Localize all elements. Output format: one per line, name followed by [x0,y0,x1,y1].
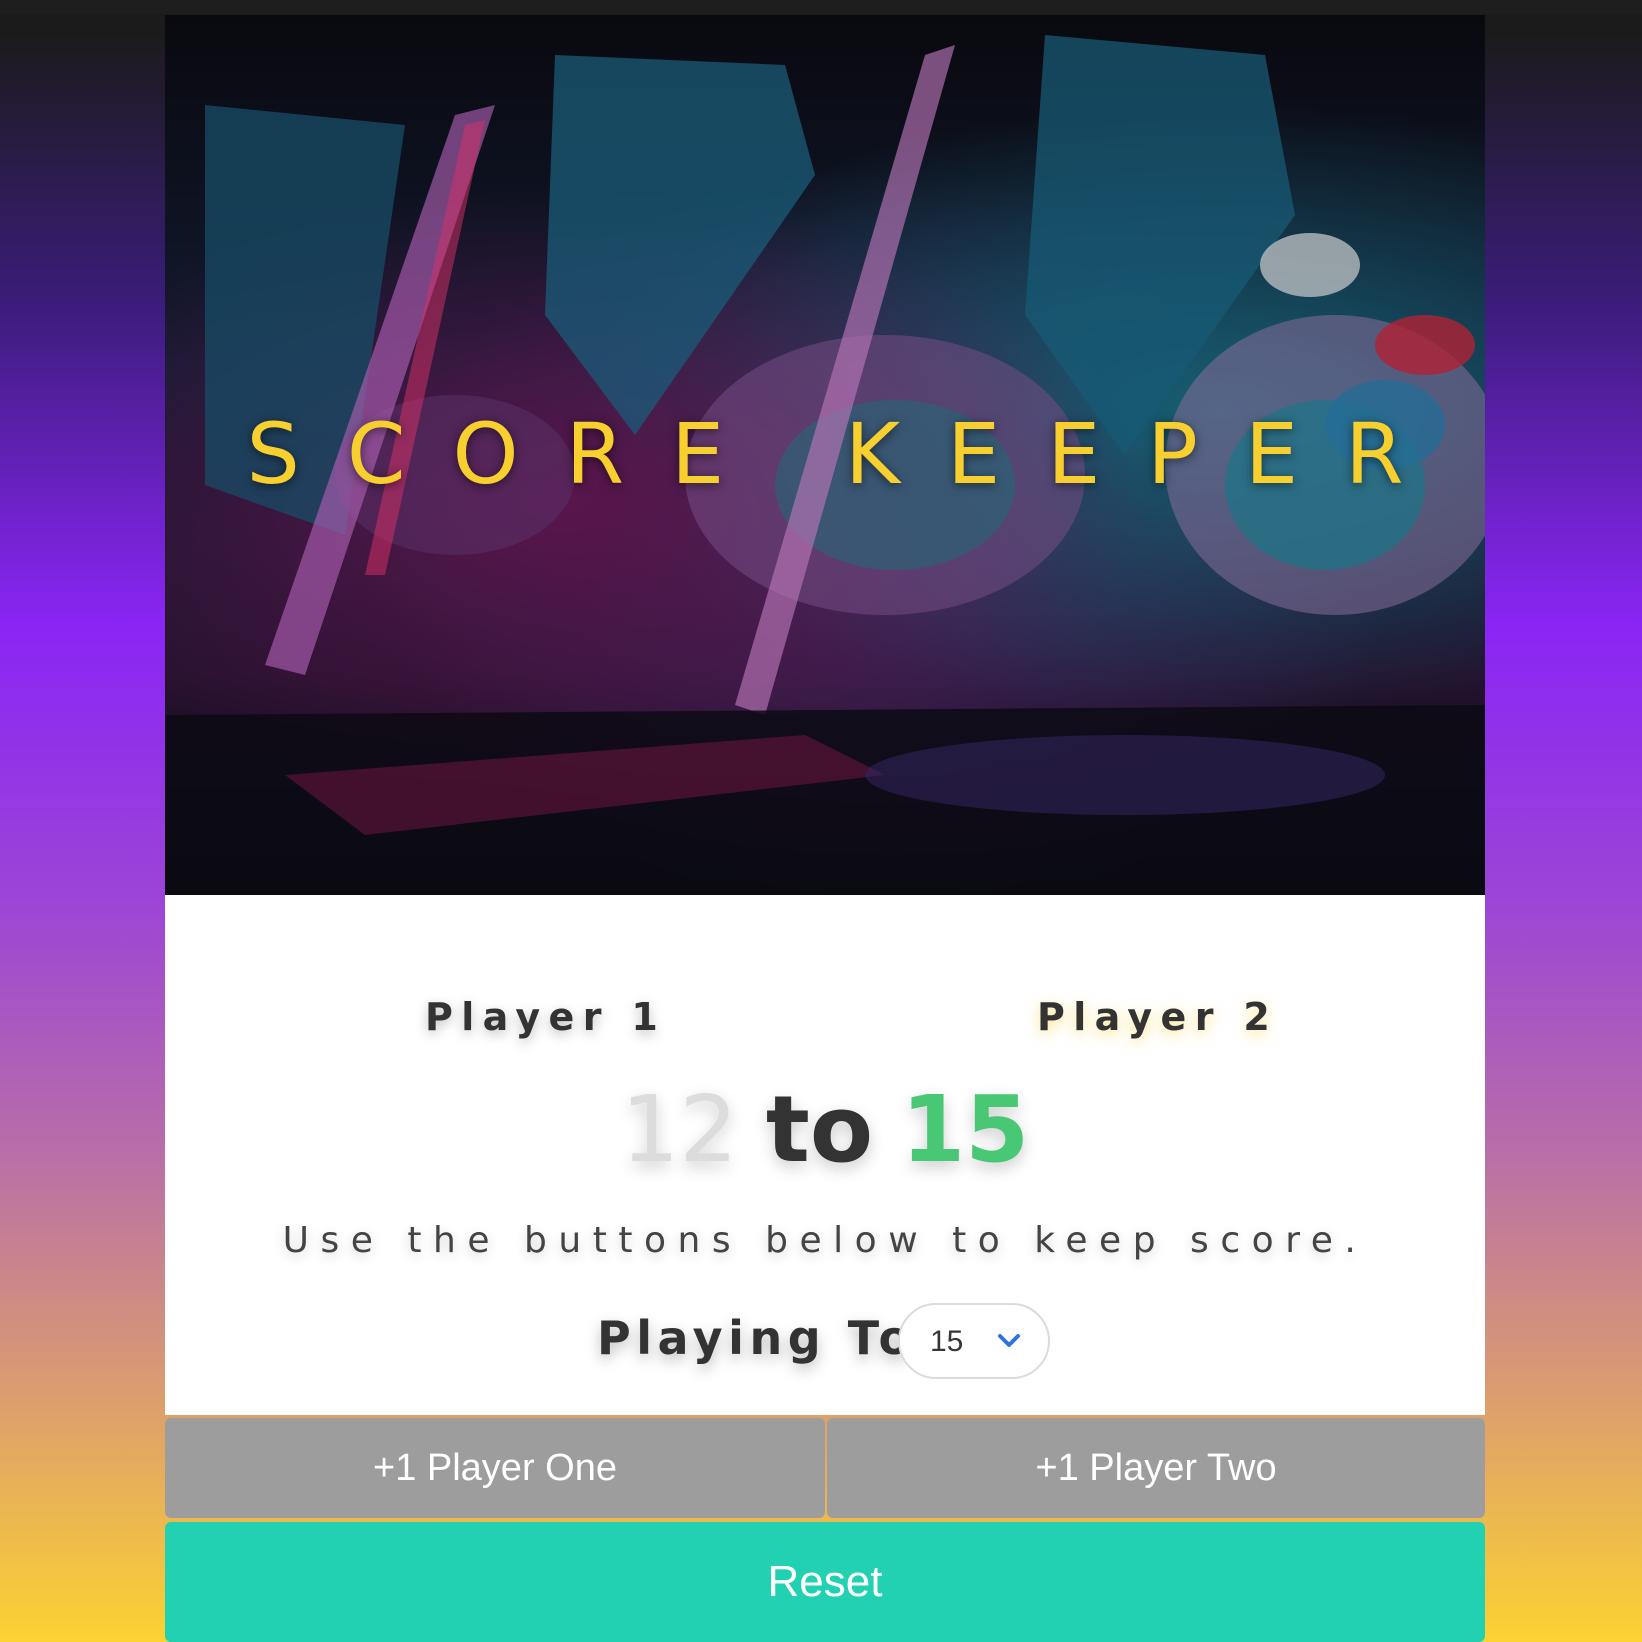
score-panel: Player 1 Player 2 12 to 15 Use the buttons… [165,895,1485,1415]
winning-score-value: 15 [930,1325,964,1358]
reset-button[interactable]: Reset [165,1522,1485,1642]
player-labels: Player 1 Player 2 [165,995,1485,1045]
winning-score-select[interactable]: 15 [898,1303,1050,1379]
player-2-label: Player 2 [1037,995,1279,1039]
chevron-down-icon [998,1334,1020,1347]
add-point-player-two-button[interactable]: +1 Player Two [827,1418,1485,1518]
score-keeper-card: SCORE KEEPER Player 1 Player 2 12 to 15 Us… [165,15,1485,1642]
playing-to-label: Playing To: [597,1311,940,1365]
score-display: 12 to 15 [165,1080,1485,1180]
player-2-score: 15 [901,1076,1030,1183]
player-buttons: +1 Player One +1 Player Two [165,1404,1485,1518]
player-1-label: Player 1 [425,995,667,1039]
top-bar [0,0,1642,14]
instructions-text: Use the buttons below to keep score. [282,1220,1368,1261]
score-separator: to [765,1076,874,1183]
hero-image: SCORE KEEPER [165,15,1485,895]
add-point-player-one-button[interactable]: +1 Player One [165,1418,825,1518]
playing-to-row: Playing To: 15 [165,1303,1485,1383]
player-1-score: 12 [620,1076,738,1183]
page-title: SCORE KEEPER [246,405,1451,503]
